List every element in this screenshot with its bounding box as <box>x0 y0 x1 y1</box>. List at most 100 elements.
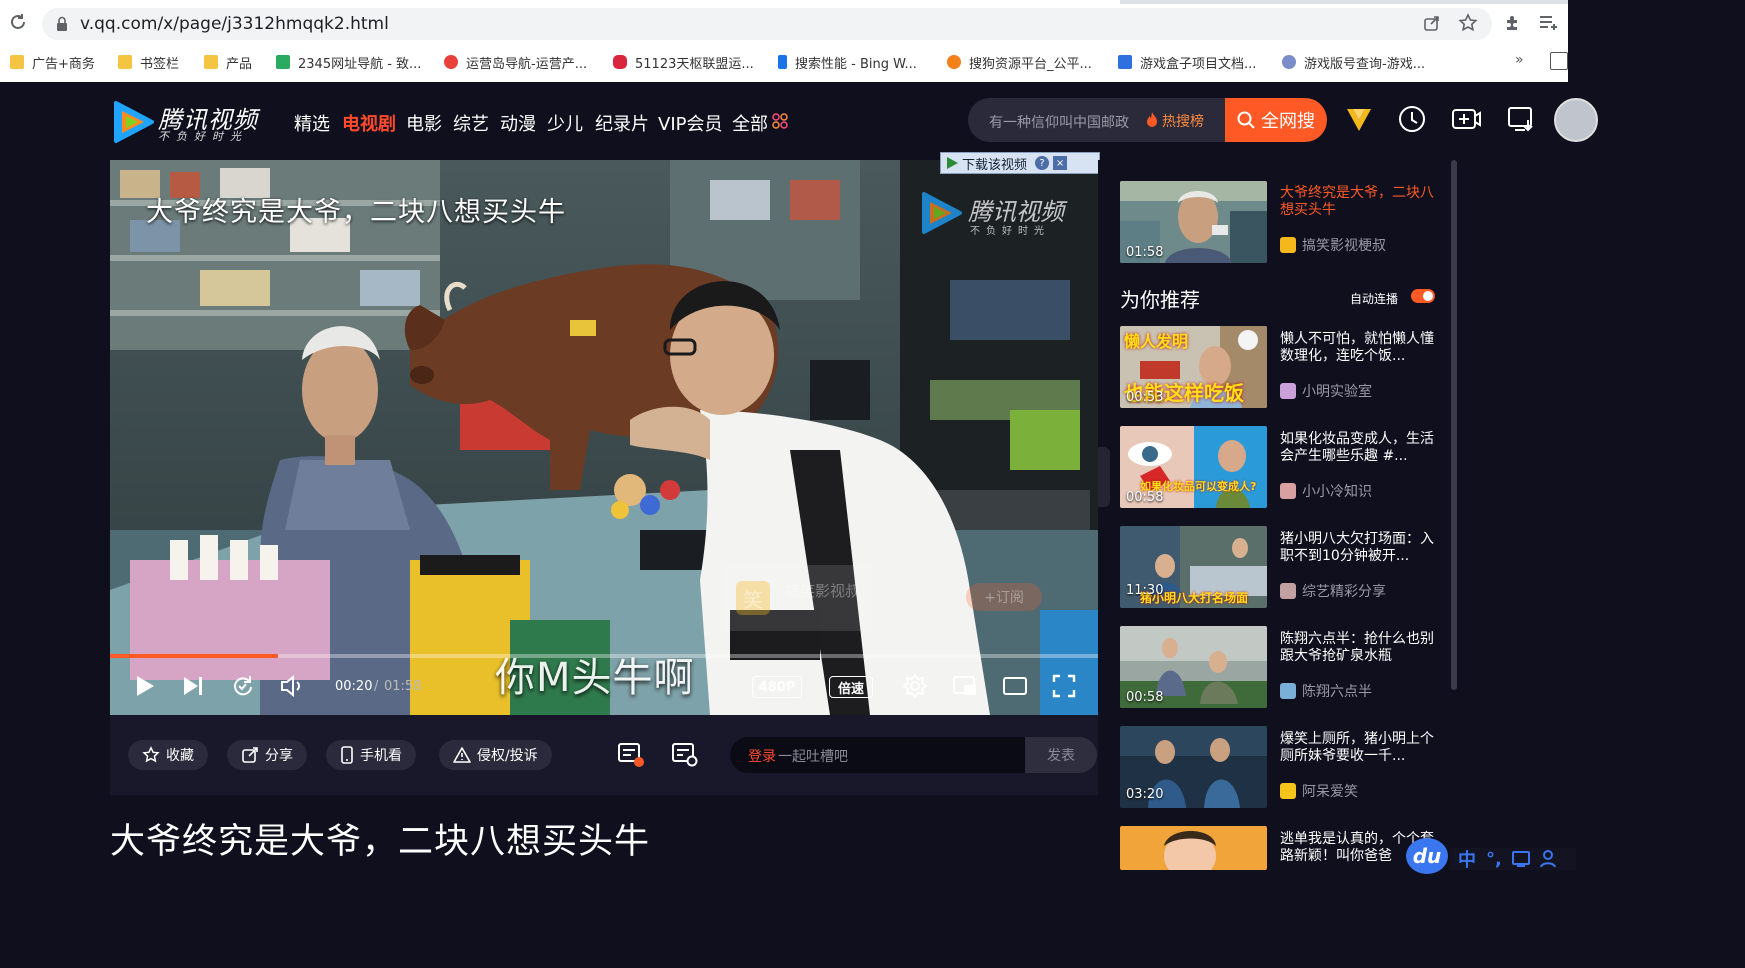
report-button[interactable]: 侵权/投诉 <box>439 740 552 770</box>
client-download-icon[interactable] <box>1506 104 1536 134</box>
bookmark-item[interactable]: 51123天枢联盟运... <box>613 52 754 72</box>
extensions-puzzle-icon[interactable] <box>1503 13 1523 33</box>
recommend-title[interactable]: 猪小明八大欠打场面：入职不到10分钟被开... <box>1280 531 1440 565</box>
baidu-ime-badge[interactable]: du <box>1406 838 1448 874</box>
grid-dots-icon[interactable] <box>772 113 788 129</box>
ime-language-toggle[interactable]: 中 <box>1458 846 1476 872</box>
current-video-thumbnail[interactable]: 01:58 <box>1120 181 1267 263</box>
doc-icon <box>1118 55 1132 69</box>
bookmark-item[interactable]: 搜狗资源平台_公平... <box>947 52 1092 72</box>
tianshu-icon <box>613 55 627 69</box>
history-clock-icon[interactable] <box>1397 104 1427 134</box>
download-video-bar[interactable]: 下载该视频 ? × <box>940 152 1100 174</box>
bookmark-item[interactable]: 运营岛导航-运营产... <box>444 52 587 72</box>
recommend-thumbnail[interactable]: 03:20 <box>1120 726 1267 808</box>
bookmark-item[interactable]: 搜索性能 - Bing W... <box>778 52 917 72</box>
recommend-owner[interactable]: 陈翔六点半 <box>1280 682 1372 700</box>
settings-gear-icon[interactable] <box>902 673 928 699</box>
url-text[interactable]: v.qq.com/x/page/j3312hmqqk2.html <box>80 14 389 34</box>
ime-user-icon[interactable] <box>1539 850 1556 868</box>
upload-video-icon[interactable] <box>1451 104 1481 134</box>
bookmark-item[interactable]: 游戏版号查询-游戏... <box>1282 52 1425 72</box>
bookmark-item[interactable]: 游戏盒子项目文档... <box>1118 52 1256 72</box>
nav-item-all[interactable]: 全部 <box>732 110 768 136</box>
login-link[interactable]: 登录 <box>748 746 776 766</box>
nav-item-movie[interactable]: 电影 <box>406 110 442 136</box>
nav-item-vip[interactable]: VIP会员 <box>658 110 722 136</box>
reload-icon[interactable] <box>8 12 28 32</box>
tencent-video-logo-icon[interactable] <box>110 99 156 145</box>
download-close-button[interactable]: × <box>1053 156 1068 170</box>
recommend-owner[interactable]: 小明实验室 <box>1280 382 1372 400</box>
nav-item-variety[interactable]: 综艺 <box>453 110 489 136</box>
bookmarks-more-button[interactable]: » <box>1515 52 1524 68</box>
reading-list-icon[interactable] <box>1538 14 1558 32</box>
user-avatar[interactable] <box>1554 98 1598 142</box>
lock-icon[interactable] <box>56 16 68 32</box>
theater-mode-icon[interactable] <box>1002 673 1028 699</box>
recommend-thumbnail[interactable] <box>1120 826 1267 870</box>
bookmark-item[interactable]: 2345网址导航 - 致... <box>276 52 421 72</box>
play-icon[interactable] <box>131 673 157 699</box>
search-button[interactable]: 全网搜 <box>1225 98 1327 142</box>
bookmark-item[interactable]: 书签栏 <box>118 52 179 72</box>
speed-selector[interactable]: 倍速 <box>829 676 873 698</box>
bookmarks-side-panel-icon[interactable] <box>1550 52 1568 70</box>
fullscreen-icon[interactable] <box>1051 673 1077 699</box>
quality-selector[interactable]: 480P <box>752 676 802 698</box>
danmaku-send-button[interactable]: 发表 <box>1025 737 1097 773</box>
recommend-thumbnail[interactable]: 如果化妆品可以变成人? 00:58 <box>1120 426 1267 508</box>
logo-slogan: 不负好时光 <box>158 130 248 143</box>
current-video-title[interactable]: 大爷终究是大爷，二块八想买头牛 <box>1280 185 1440 219</box>
progress-fill[interactable] <box>110 654 278 658</box>
volume-icon[interactable] <box>279 673 305 699</box>
video-duration: 00:53 <box>1126 390 1164 405</box>
ime-punctuation-toggle[interactable]: °, <box>1486 849 1502 870</box>
nav-item-jingxuan[interactable]: 精选 <box>294 110 330 136</box>
nav-item-kids[interactable]: 少儿 <box>547 110 583 136</box>
recommend-title[interactable]: 爆笑上厕所，猪小明上个厕所妹爷要收一千... <box>1280 731 1440 765</box>
danmaku-settings-icon[interactable] <box>671 742 699 768</box>
video-frame[interactable] <box>110 160 1098 715</box>
recommend-thumbnail[interactable]: 00:58 <box>1120 626 1267 708</box>
subscribe-button-faded[interactable]: +订阅 <box>966 583 1042 611</box>
recommend-thumbnail[interactable]: 猪小明八大打名场面 11:30 <box>1120 526 1267 608</box>
recommend-title[interactable]: 陈翔六点半：抢什么也别跟大爷抢矿泉水瓶 <box>1280 631 1440 665</box>
bookmark-item[interactable]: 广告+商务 <box>10 52 95 72</box>
autoplay-toggle[interactable] <box>1411 289 1435 303</box>
ime-toolbar[interactable]: 中 °, <box>1450 846 1576 872</box>
ime-keyboard-icon[interactable] <box>1511 851 1530 867</box>
search-placeholder[interactable]: 有一种信仰叫中国邮政 <box>989 112 1129 132</box>
current-video-owner[interactable]: 搞笑影视梗叔 <box>1280 236 1386 254</box>
recommend-owner[interactable]: 阿呆爱笑 <box>1280 782 1358 800</box>
nav-item-documentary[interactable]: 纪录片 <box>595 110 649 136</box>
flame-icon[interactable] <box>1145 111 1159 129</box>
sidebar-collapse-handle[interactable] <box>1098 447 1110 507</box>
recommend-owner[interactable]: 综艺精彩分享 <box>1280 582 1386 600</box>
next-icon[interactable] <box>180 673 206 699</box>
hot-search-link[interactable]: 热搜榜 <box>1162 111 1204 131</box>
share-page-icon[interactable] <box>1423 14 1441 32</box>
recommend-title[interactable]: 如果化妆品变成人，生活会产生哪些乐趣 #... <box>1280 431 1440 465</box>
share-button[interactable]: 分享 <box>227 740 307 770</box>
vip-crown-icon[interactable] <box>1344 104 1374 134</box>
recommend-thumbnail[interactable]: 懒人发明 也能这样吃饭 00:53 <box>1120 326 1267 408</box>
video-duration: 03:20 <box>1126 787 1164 802</box>
recommend-owner[interactable]: 小小冷知识 <box>1280 482 1372 500</box>
bookmark-star-icon[interactable] <box>1458 13 1478 33</box>
watch-on-mobile-button[interactable]: 手机看 <box>326 740 416 770</box>
recommend-title[interactable]: 懒人不可怕，就怕懒人懂数理化，连吃个饭... <box>1280 331 1440 365</box>
collect-button[interactable]: 收藏 <box>128 740 208 770</box>
danmaku-toggle-icon[interactable] <box>617 742 645 768</box>
watermark-logo-icon <box>922 192 962 234</box>
picture-in-picture-icon[interactable] <box>952 673 978 699</box>
loop-icon[interactable] <box>229 673 255 699</box>
nav-item-anime[interactable]: 动漫 <box>500 110 536 136</box>
nav-item-tv[interactable]: 电视剧 <box>342 110 396 136</box>
download-help-button[interactable]: ? <box>1035 156 1050 170</box>
download-video-button[interactable]: 下载该视频 <box>941 154 1027 173</box>
bookmark-item[interactable]: 产品 <box>204 52 252 72</box>
sidebar-scrollbar[interactable] <box>1451 160 1457 690</box>
video-player[interactable] <box>110 160 1098 715</box>
danmaku-placeholder[interactable]: 一起吐槽吧 <box>778 746 848 766</box>
